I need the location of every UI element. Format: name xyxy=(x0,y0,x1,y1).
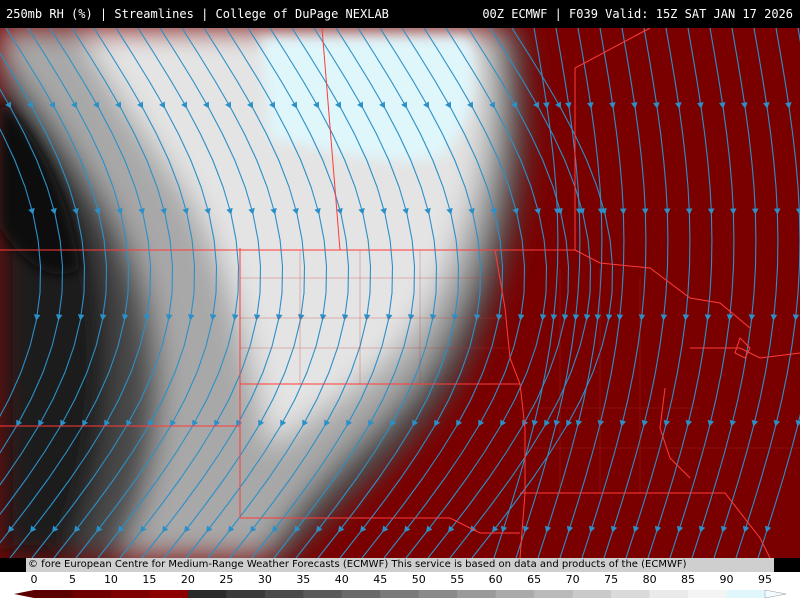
colorbar-tick-label: 30 xyxy=(257,573,272,586)
colorbar-swatch xyxy=(149,590,189,598)
colorbar-tick-label: 65 xyxy=(527,573,542,586)
colorbar-tick-label: 20 xyxy=(180,573,195,586)
header-title: 250mb RH (%) | Streamlines | College of … xyxy=(6,7,389,21)
colorbar-tick-label: 10 xyxy=(103,573,118,586)
colorbar-tick-label: 90 xyxy=(719,573,734,586)
colorbar-swatch xyxy=(341,590,381,598)
header-valid-time: 00Z ECMWF | F039 Valid: 15Z SAT JAN 17 2… xyxy=(482,7,793,21)
colorbar-tick-label: 75 xyxy=(604,573,619,586)
colorbar-tick-label: 40 xyxy=(334,573,349,586)
colorbar-tick-label: 25 xyxy=(219,573,234,586)
colorbar xyxy=(14,589,787,599)
map-header: 250mb RH (%) | Streamlines | College of … xyxy=(0,0,800,28)
colorbar-swatch xyxy=(457,590,497,598)
weather-map xyxy=(0,28,800,558)
colorbar-swatch xyxy=(418,590,458,598)
colorbar-swatch xyxy=(303,590,343,598)
colorbar-tick-label: 5 xyxy=(68,573,76,586)
colorbar-legend: 0 5 10 15 20 25 30 35 40 45 50 55 60 65 70 75 80 85 90 95 xyxy=(0,572,800,600)
attribution-bar: © fore European Centre for Medium-Range … xyxy=(26,558,774,572)
colorbar-tick-label: 45 xyxy=(373,573,388,586)
colorbar-low-arrow xyxy=(14,590,34,598)
colorbar-swatch xyxy=(611,590,651,598)
colorbar-swatch xyxy=(534,590,574,598)
colorbar-tick-label: 35 xyxy=(296,573,311,586)
colorbar-swatch xyxy=(726,590,766,598)
colorbar-tick-label: 0 xyxy=(30,573,38,586)
colorbar-swatch xyxy=(110,590,150,598)
colorbar-swatch xyxy=(187,590,227,598)
colorbar-swatch xyxy=(226,590,266,598)
colorbar-ticks: 0 5 10 15 20 25 30 35 40 45 50 55 60 65 70 75 80 85 90 95 xyxy=(0,572,800,587)
colorbar-swatch xyxy=(572,590,612,598)
colorbar-swatch xyxy=(264,590,304,598)
colorbar-swatch xyxy=(72,590,112,598)
colorbar-tick-label: 85 xyxy=(681,573,696,586)
colorbar-tick-label: 70 xyxy=(565,573,580,586)
colorbar-swatch xyxy=(495,590,535,598)
colorbar-swatch xyxy=(688,590,728,598)
colorbar-tick-label: 60 xyxy=(488,573,503,586)
colorbar-tick-label: 80 xyxy=(642,573,657,586)
colorbar-swatch xyxy=(649,590,689,598)
colorbar-tick-label: 50 xyxy=(411,573,426,586)
colorbar-swatch xyxy=(34,590,73,598)
colorbar-swatch xyxy=(380,590,420,598)
colorbar-high-arrow xyxy=(764,589,787,599)
colorbar-tick-label: 55 xyxy=(450,573,465,586)
colorbar-tick-label: 15 xyxy=(142,573,157,586)
colorbar-tick-label: 95 xyxy=(758,573,772,586)
